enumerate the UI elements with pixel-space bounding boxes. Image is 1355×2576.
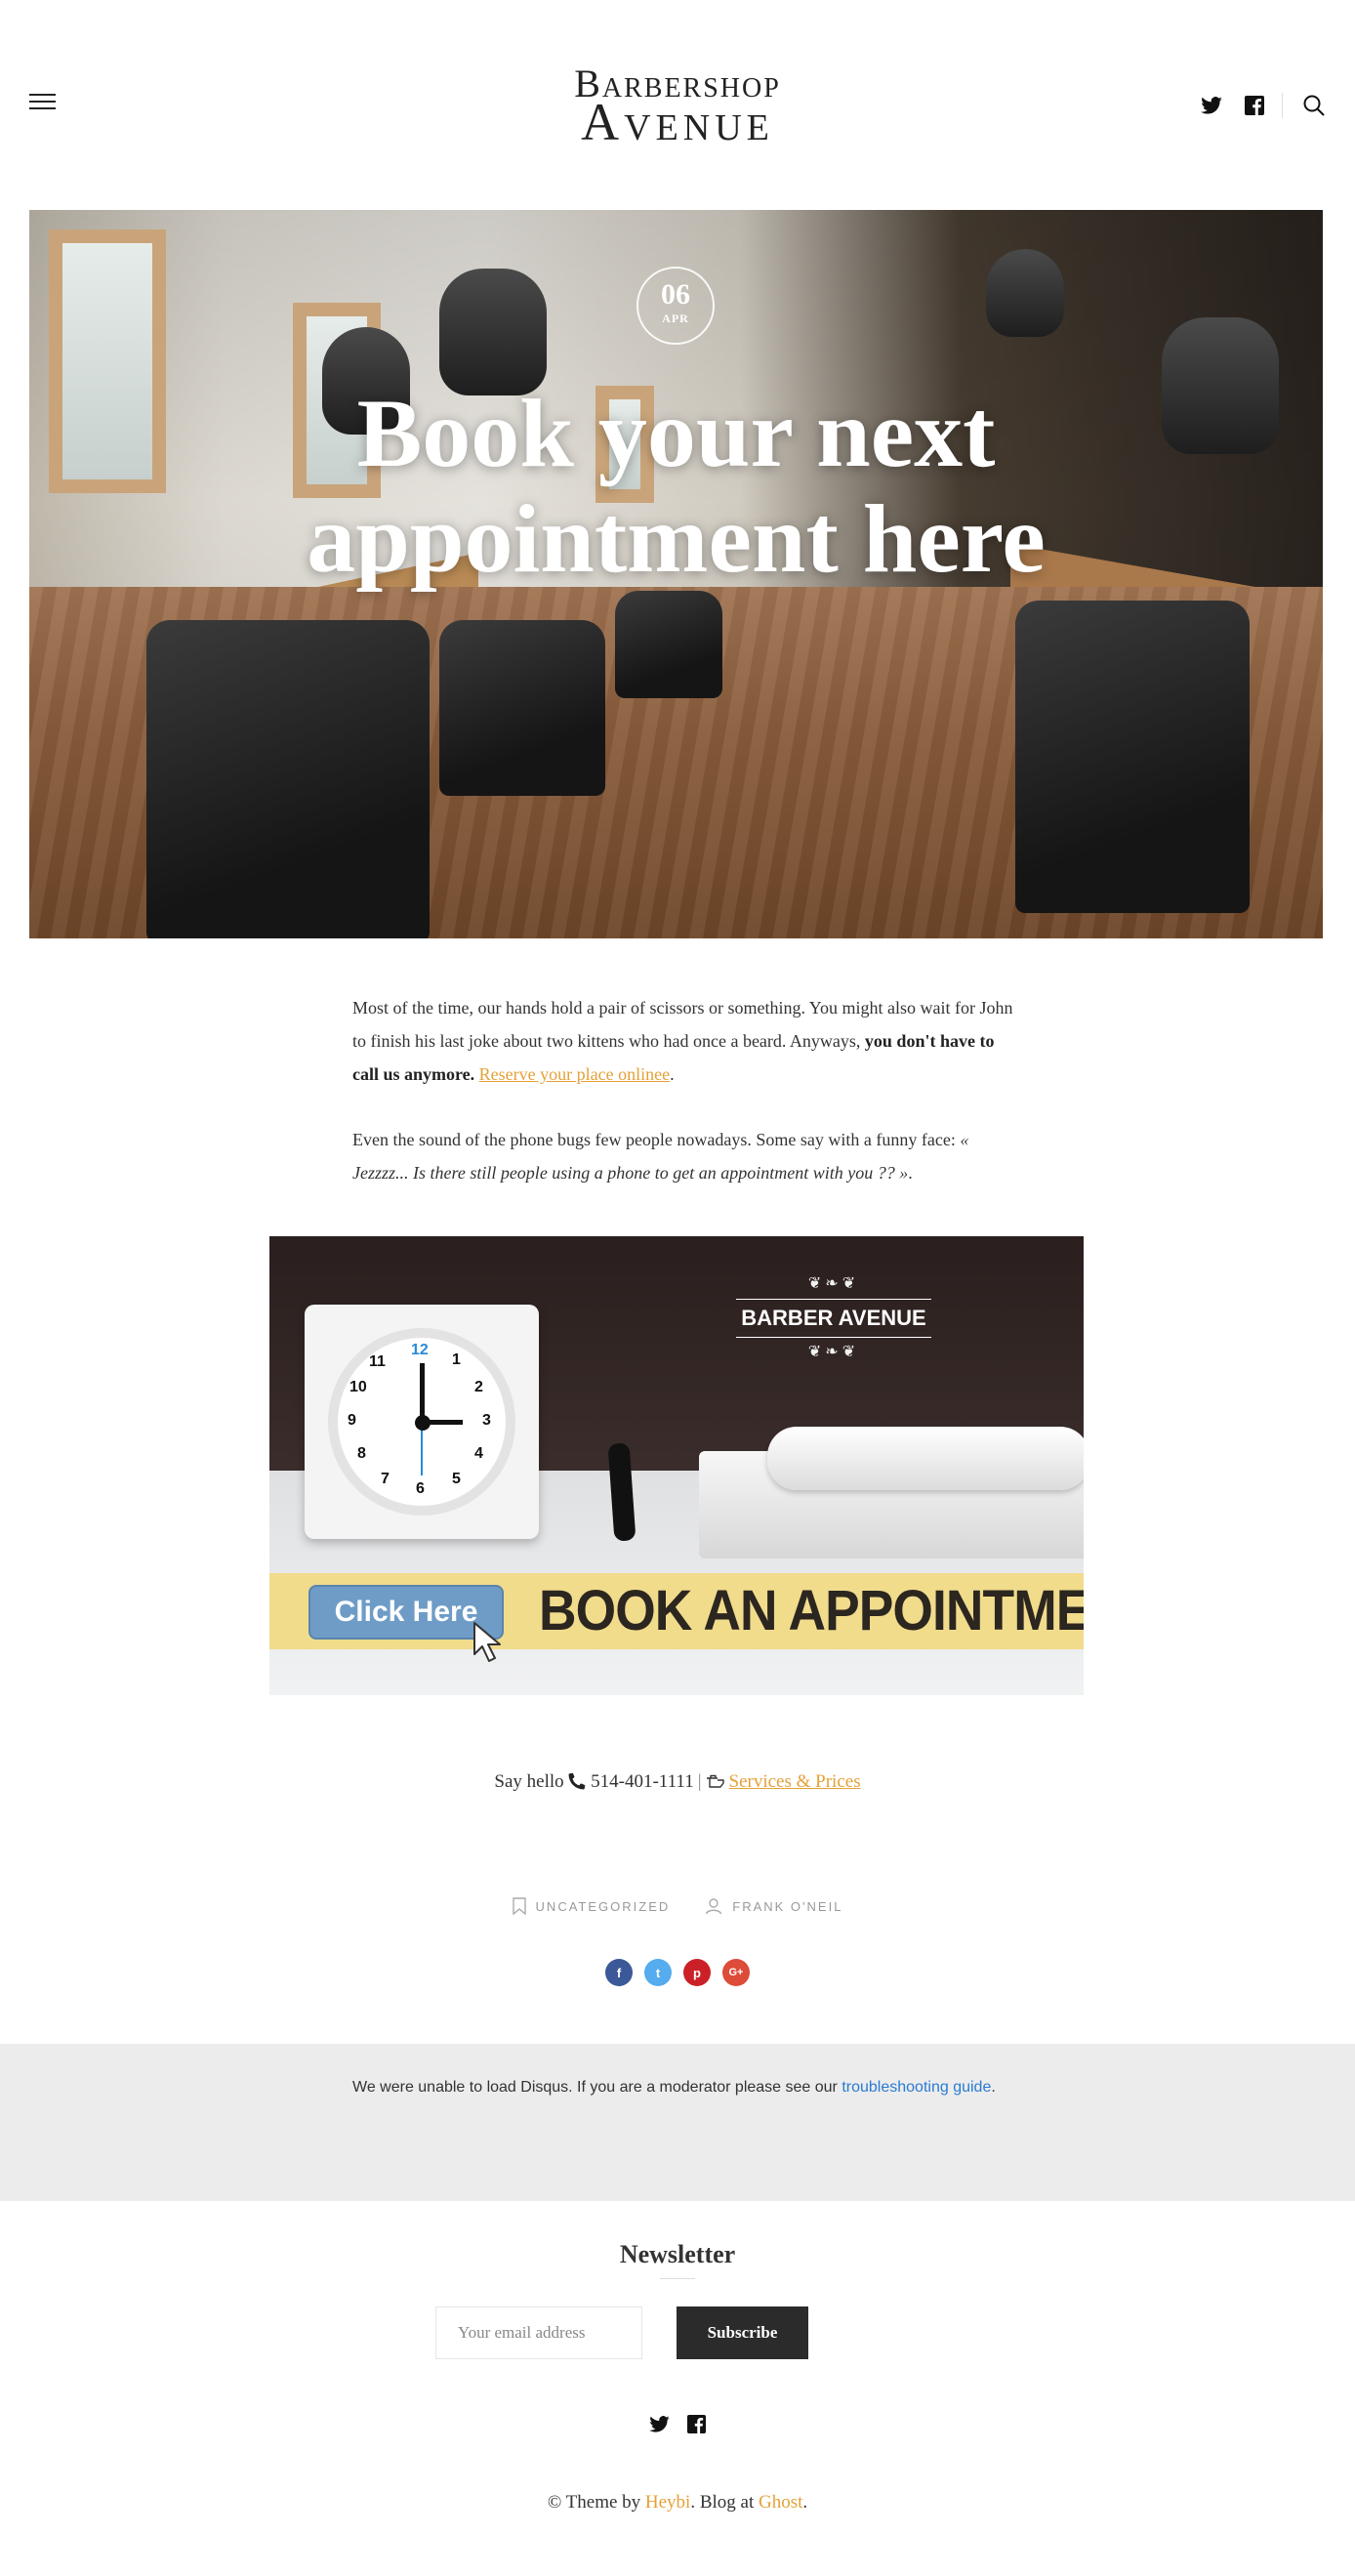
date-day: 06 [661, 278, 690, 311]
clock-center [415, 1415, 431, 1431]
footer-social [0, 2413, 1355, 2434]
clock-number: 8 [357, 1445, 366, 1462]
cursor-arrow-icon [473, 1622, 501, 1662]
blog-at-text: . Blog at [690, 2492, 760, 2513]
post-content: Most of the time, our hands hold a pair … [352, 991, 1016, 1222]
clock-number: 5 [452, 1471, 461, 1487]
contact-line: Say hello 514-401-1111 | Services & Prices [0, 1771, 1355, 1793]
share-buttons: f t p G+ [0, 1959, 1355, 1986]
clock-number: 4 [474, 1445, 483, 1462]
clock-number: 10 [349, 1379, 367, 1395]
disqus-message: We were unable to load Disqus. If you ar… [352, 2079, 1016, 2096]
site-logo[interactable]: Barbershop Avenue [0, 64, 1355, 151]
date-month: APR [662, 312, 689, 325]
clock-number: 2 [474, 1379, 483, 1395]
clock-number: 3 [482, 1412, 491, 1429]
chair-image [615, 591, 722, 698]
email-input[interactable] [435, 2306, 642, 2359]
paragraph-end: . [670, 1064, 675, 1084]
chair-image [1015, 601, 1250, 913]
header-divider [1282, 93, 1283, 118]
header-icons [1180, 93, 1326, 118]
logo-line-2: Avenue [581, 93, 774, 151]
chair-image [146, 620, 430, 938]
hero-image: 06 APR Book your next appointment here [29, 210, 1323, 938]
post-title: Book your next appointment here [307, 379, 1046, 593]
date-badge: 06 APR [636, 267, 715, 345]
heybi-link[interactable]: Heybi [645, 2492, 690, 2513]
paragraph-text: Even the sound of the phone bugs few peo… [352, 1130, 961, 1149]
newsletter-title: Newsletter [619, 2240, 736, 2268]
mirror-image [49, 229, 166, 493]
clock-number: 6 [416, 1480, 425, 1497]
paragraph-end: . [908, 1163, 913, 1183]
clock-hand [420, 1363, 425, 1422]
banner-logo: ❦❧❦ BARBER AVENUE ❦❧❦ [736, 1273, 931, 1363]
twitter-icon[interactable] [1200, 94, 1223, 117]
ornament-icon: ❦❧❦ [807, 1344, 860, 1360]
category-link[interactable]: UNCATEGORIZED [512, 1897, 671, 1915]
phone-icon [568, 1772, 586, 1790]
book-appointment-text: BOOK AN APPOINTMENT [539, 1579, 1084, 1642]
clock-face: 12 1 2 3 4 5 6 7 8 9 10 11 [328, 1328, 515, 1516]
copyright-end: . [802, 2492, 808, 2513]
hair-dryer-image [1162, 317, 1279, 454]
comments-section: We were unable to load Disqus. If you ar… [0, 2044, 1355, 2201]
post-meta: UNCATEGORIZED FRANK O'NEIL [0, 1897, 1355, 1915]
phone-number: 514-401-1111 [591, 1771, 694, 1792]
facebook-icon[interactable] [685, 2413, 707, 2434]
category-label: UNCATEGORIZED [535, 1898, 671, 1914]
separator: | [697, 1771, 702, 1792]
site-header: Barbershop Avenue [0, 0, 1355, 210]
twitter-share-icon[interactable]: t [644, 1959, 672, 1986]
clock-number: 11 [369, 1353, 386, 1370]
clock-number: 7 [381, 1471, 390, 1487]
say-hello-text: Say hello [494, 1771, 564, 1792]
clock-number: 1 [452, 1351, 461, 1368]
paragraph: Even the sound of the phone bugs few peo… [352, 1123, 1016, 1189]
reserve-link[interactable]: Reserve your place onlinee [479, 1064, 670, 1084]
hair-dryer-image [439, 269, 547, 395]
copyright: © Theme by Heybi. Blog at Ghost. [0, 2492, 1355, 2514]
facebook-share-icon[interactable]: f [605, 1959, 633, 1986]
ornament-icon: ❦❧❦ [807, 1275, 860, 1292]
twitter-icon[interactable] [648, 2413, 670, 2434]
ghost-link[interactable]: Ghost [759, 2492, 802, 2513]
troubleshooting-link[interactable]: troubleshooting guide [842, 2079, 991, 2096]
paragraph: Most of the time, our hands hold a pair … [352, 991, 1016, 1091]
subscribe-button[interactable]: Subscribe [677, 2306, 808, 2359]
hair-dryer-image [986, 249, 1064, 337]
clock-number: 9 [348, 1412, 356, 1429]
title-underline [660, 2278, 695, 2279]
hand-pointer-icon [706, 1774, 724, 1788]
tablet-image [767, 1427, 1084, 1490]
services-prices-link[interactable]: Services & Prices [729, 1771, 861, 1792]
banner-logo-text: BARBER AVENUE [736, 1299, 931, 1338]
user-icon [706, 1898, 722, 1915]
chair-image [439, 620, 605, 796]
pinterest-share-icon[interactable]: p [683, 1959, 711, 1986]
search-icon[interactable] [1302, 94, 1326, 117]
author-label: FRANK O'NEIL [732, 1898, 843, 1914]
author-link[interactable]: FRANK O'NEIL [705, 1897, 842, 1915]
bookmark-icon [512, 1897, 526, 1915]
clock-number: 12 [411, 1342, 429, 1358]
facebook-icon[interactable] [1243, 94, 1266, 117]
clock-image: 12 1 2 3 4 5 6 7 8 9 10 11 [305, 1305, 539, 1539]
disqus-end: . [991, 2079, 996, 2096]
appointment-banner[interactable]: 12 1 2 3 4 5 6 7 8 9 10 11 ❦❧❦ BARBER AV… [269, 1236, 1084, 1695]
google-plus-share-icon[interactable]: G+ [722, 1959, 750, 1986]
disqus-text: We were unable to load Disqus. If you ar… [352, 2079, 842, 2096]
theme-by-text: © Theme by [547, 2492, 645, 2513]
